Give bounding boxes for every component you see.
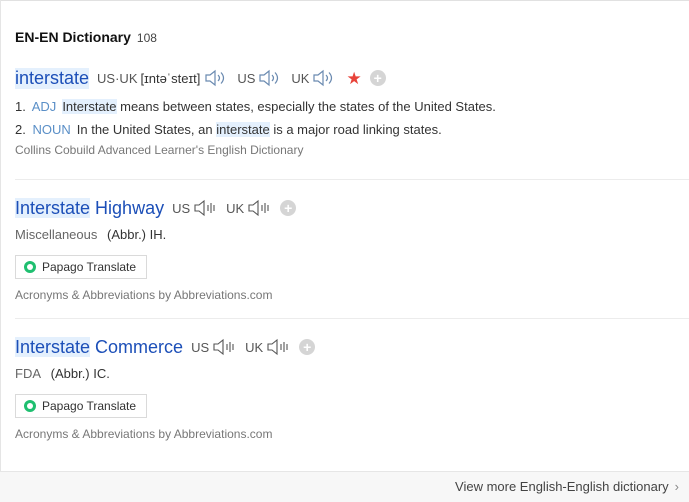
speaker-icon[interactable] <box>193 199 217 217</box>
headword-link[interactable]: Interstate Commerce <box>15 336 184 358</box>
abbreviation-text: (Abbr.) IH. <box>107 227 167 242</box>
phonetic-text: [ɪntəˈsteɪt] <box>140 70 201 86</box>
speaker-icon[interactable] <box>312 69 336 87</box>
view-more-label: View more English-English dictionary <box>455 479 669 494</box>
us-label: US <box>172 200 191 216</box>
papago-translate-button[interactable]: Papago Translate <box>15 394 148 418</box>
divider <box>15 179 689 180</box>
uk-label: UK <box>226 200 245 216</box>
divider <box>15 318 689 319</box>
headword-highlight: Interstate <box>15 336 91 357</box>
source-label[interactable]: Collins Cobuild Advanced Learner's Engli… <box>15 143 689 157</box>
left-border <box>0 0 1 502</box>
entry-headrow: interstate US·UK [ɪntəˈsteɪt] US UK ★ + <box>15 66 689 90</box>
definition-number: 2. <box>15 122 26 137</box>
dictionary-title: EN-EN Dictionary <box>15 29 131 45</box>
result-count: 108 <box>136 31 157 45</box>
definition-item: 2. NOUN In the United States, an intersta… <box>15 118 689 141</box>
papago-logo-icon <box>24 261 36 273</box>
definition-text: is a major road linking states. <box>269 122 442 137</box>
abbreviation-line: Miscellaneous (Abbr.) IH. <box>15 226 689 244</box>
headword-rest: Commerce <box>90 336 184 357</box>
definition-text: means between states, especially the sta… <box>116 99 496 114</box>
speaker-icon[interactable] <box>247 199 271 217</box>
definition-item: 1. ADJ Interstate means between states, e… <box>15 95 689 118</box>
definition-number: 1. <box>15 99 26 114</box>
entry-interstate: interstate US·UK [ɪntəˈsteɪt] US UK ★ + … <box>15 66 689 157</box>
plus-icon[interactable]: + <box>369 70 386 86</box>
papago-label: Papago Translate <box>42 260 137 274</box>
chevron-right-icon: › <box>674 479 679 494</box>
view-more-link[interactable]: View more English-English dictionary › <box>455 479 679 494</box>
highlighted-word: interstate <box>216 122 270 137</box>
speaker-icon[interactable] <box>266 338 290 356</box>
source-label[interactable]: Acronyms & Abbreviations by Abbreviation… <box>15 427 689 441</box>
plus-icon[interactable]: + <box>299 339 316 355</box>
phonetic-label-us-uk: US·UK <box>97 70 138 86</box>
category-label: Miscellaneous <box>15 227 98 242</box>
headword-link[interactable]: Interstate Highway <box>15 197 165 219</box>
definitions: 1. ADJ Interstate means between states, e… <box>15 95 689 141</box>
uk-label: UK <box>245 339 264 355</box>
headword-link[interactable]: interstate <box>15 67 90 89</box>
entry-headrow: Interstate Commerce US UK + <box>15 335 689 359</box>
speaker-icon[interactable] <box>212 338 236 356</box>
abbreviation-text: (Abbr.) IC. <box>50 366 110 381</box>
source-label[interactable]: Acronyms & Abbreviations by Abbreviation… <box>15 288 689 302</box>
plus-icon[interactable]: + <box>280 200 297 216</box>
uk-label: UK <box>291 70 310 86</box>
star-icon[interactable]: ★ <box>346 70 361 87</box>
papago-translate-button[interactable]: Papago Translate <box>15 255 148 279</box>
headword-highlight: Interstate <box>15 197 91 218</box>
dictionary-header: EN-EN Dictionary 108 <box>15 29 157 45</box>
entry-headrow: Interstate Highway US UK + <box>15 196 689 220</box>
speaker-icon[interactable] <box>204 69 228 87</box>
us-label: US <box>237 70 256 86</box>
category-label: FDA <box>15 366 41 381</box>
part-of-speech: ADJ <box>31 99 57 114</box>
footer-bar: View more English-English dictionary › <box>0 471 689 502</box>
abbreviation-line: FDA (Abbr.) IC. <box>15 365 689 383</box>
headword-rest: Highway <box>90 197 165 218</box>
entry-interstate-commerce: Interstate Commerce US UK + FDA (Abbr.) … <box>15 335 689 441</box>
highlighted-word: Interstate <box>62 99 117 114</box>
top-border <box>0 0 689 1</box>
us-label: US <box>191 339 210 355</box>
definition-text-before: In the United States, an <box>76 122 217 137</box>
papago-logo-icon <box>24 400 36 412</box>
papago-label: Papago Translate <box>42 399 137 413</box>
part-of-speech: NOUN <box>32 122 71 137</box>
entry-interstate-highway: Interstate Highway US UK + Miscellaneous… <box>15 196 689 302</box>
speaker-icon[interactable] <box>258 69 282 87</box>
